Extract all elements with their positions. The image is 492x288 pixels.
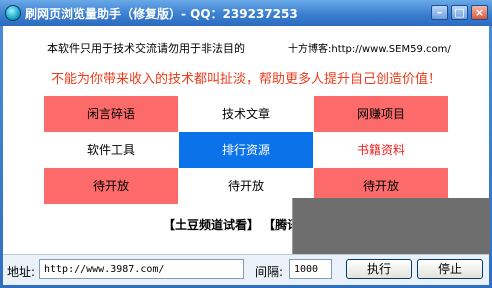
address-input[interactable] bbox=[39, 259, 244, 279]
window-title: 刷网页浏览量助手（修复版）- QQ：239237253 bbox=[25, 7, 298, 21]
address-label: 地址: bbox=[7, 265, 36, 279]
client-area: 本软件只用于技术交流请勿用于非法目的 十方博客:http://www.SEM59… bbox=[3, 26, 490, 285]
overlay-panel bbox=[292, 198, 490, 256]
grid-cell-earning[interactable]: 网赚项目 bbox=[314, 96, 448, 132]
minimize-button[interactable]: – bbox=[431, 5, 448, 20]
title-bar[interactable]: 刷网页浏览量助手（修复版）- QQ：239237253 – □ × bbox=[0, 0, 492, 26]
interval-input[interactable] bbox=[289, 259, 332, 279]
grid-cell-gossip[interactable]: 闲言碎语 bbox=[44, 96, 178, 132]
video-links[interactable]: 【土豆频道试看】 【腾讯频 bbox=[163, 216, 311, 233]
app-icon bbox=[5, 5, 21, 21]
disclaimer-text: 本软件只用于技术交流请勿用于非法目的 bbox=[47, 42, 245, 55]
slogan-text: 不能为你带来收入的技术都叫扯淡，帮助更多人提升自己创造价值！ bbox=[50, 72, 441, 87]
grid-cell-articles[interactable]: 技术文章 bbox=[179, 96, 313, 132]
app-window: 刷网页浏览量助手（修复版）- QQ：239237253 – □ × 本软件只用于… bbox=[0, 0, 492, 288]
stop-button[interactable]: 停止 bbox=[417, 259, 483, 279]
grid-cell-pending-1[interactable]: 待开放 bbox=[44, 168, 178, 204]
grid-cell-books[interactable]: 书籍资料 bbox=[314, 132, 448, 168]
interval-label: 间隔: bbox=[255, 265, 284, 279]
maximize-button[interactable]: □ bbox=[451, 5, 468, 20]
blog-link[interactable]: 十方博客:http://www.SEM59.com/ bbox=[288, 40, 451, 55]
footer-bar: 地址: 间隔: 执行 停止 bbox=[3, 254, 489, 285]
grid-cell-tools[interactable]: 软件工具 bbox=[44, 132, 178, 168]
grid-cell-ranking[interactable]: 排行资源 bbox=[179, 132, 313, 168]
run-button[interactable]: 执行 bbox=[346, 259, 412, 279]
close-button[interactable]: × bbox=[471, 5, 488, 20]
